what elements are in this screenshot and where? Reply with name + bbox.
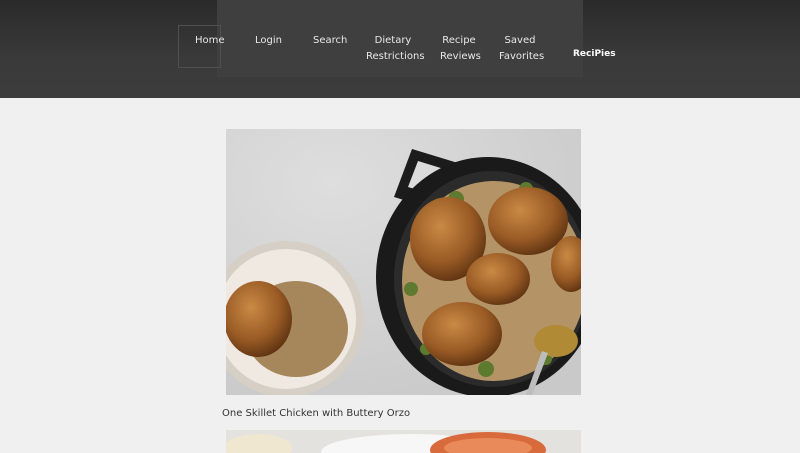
recipe-image-chicken-orzo[interactable] [226, 129, 581, 395]
nav-home-label: Home [195, 35, 225, 46]
nav-search-label: Search [313, 35, 348, 46]
second-recipe-photo [226, 430, 581, 453]
nav-login[interactable]: Login [255, 33, 282, 49]
nav-saved-label-2: Favorites [499, 51, 545, 62]
nav-home[interactable]: Home [195, 33, 225, 49]
nav-login-label: Login [255, 35, 282, 46]
nav-search[interactable]: Search [313, 33, 347, 49]
nav-recipe-reviews[interactable]: Recipe Reviews [440, 33, 481, 65]
nav-reviews-label-2: Reviews [440, 51, 481, 62]
recipe-title[interactable]: One Skillet Chicken with Buttery Orzo [222, 407, 410, 421]
nav-dietary-label-2: Restrictions [366, 51, 425, 62]
nav-reviews-label-1: Recipe [442, 35, 476, 46]
nav-saved-favorites[interactable]: Saved Favorites [499, 33, 545, 65]
nav-dietary-label-1: Dietary [374, 35, 412, 46]
recipe-image-second[interactable] [226, 430, 581, 453]
nav-saved-label-1: Saved [504, 35, 536, 46]
nav-dietary-restrictions[interactable]: Dietary Restrictions [366, 33, 425, 65]
brand-logo[interactable]: ReciPies [573, 47, 616, 61]
chicken-orzo-photo [226, 129, 581, 395]
site-header: Home Login Search Dietary Restrictions R… [0, 0, 800, 98]
